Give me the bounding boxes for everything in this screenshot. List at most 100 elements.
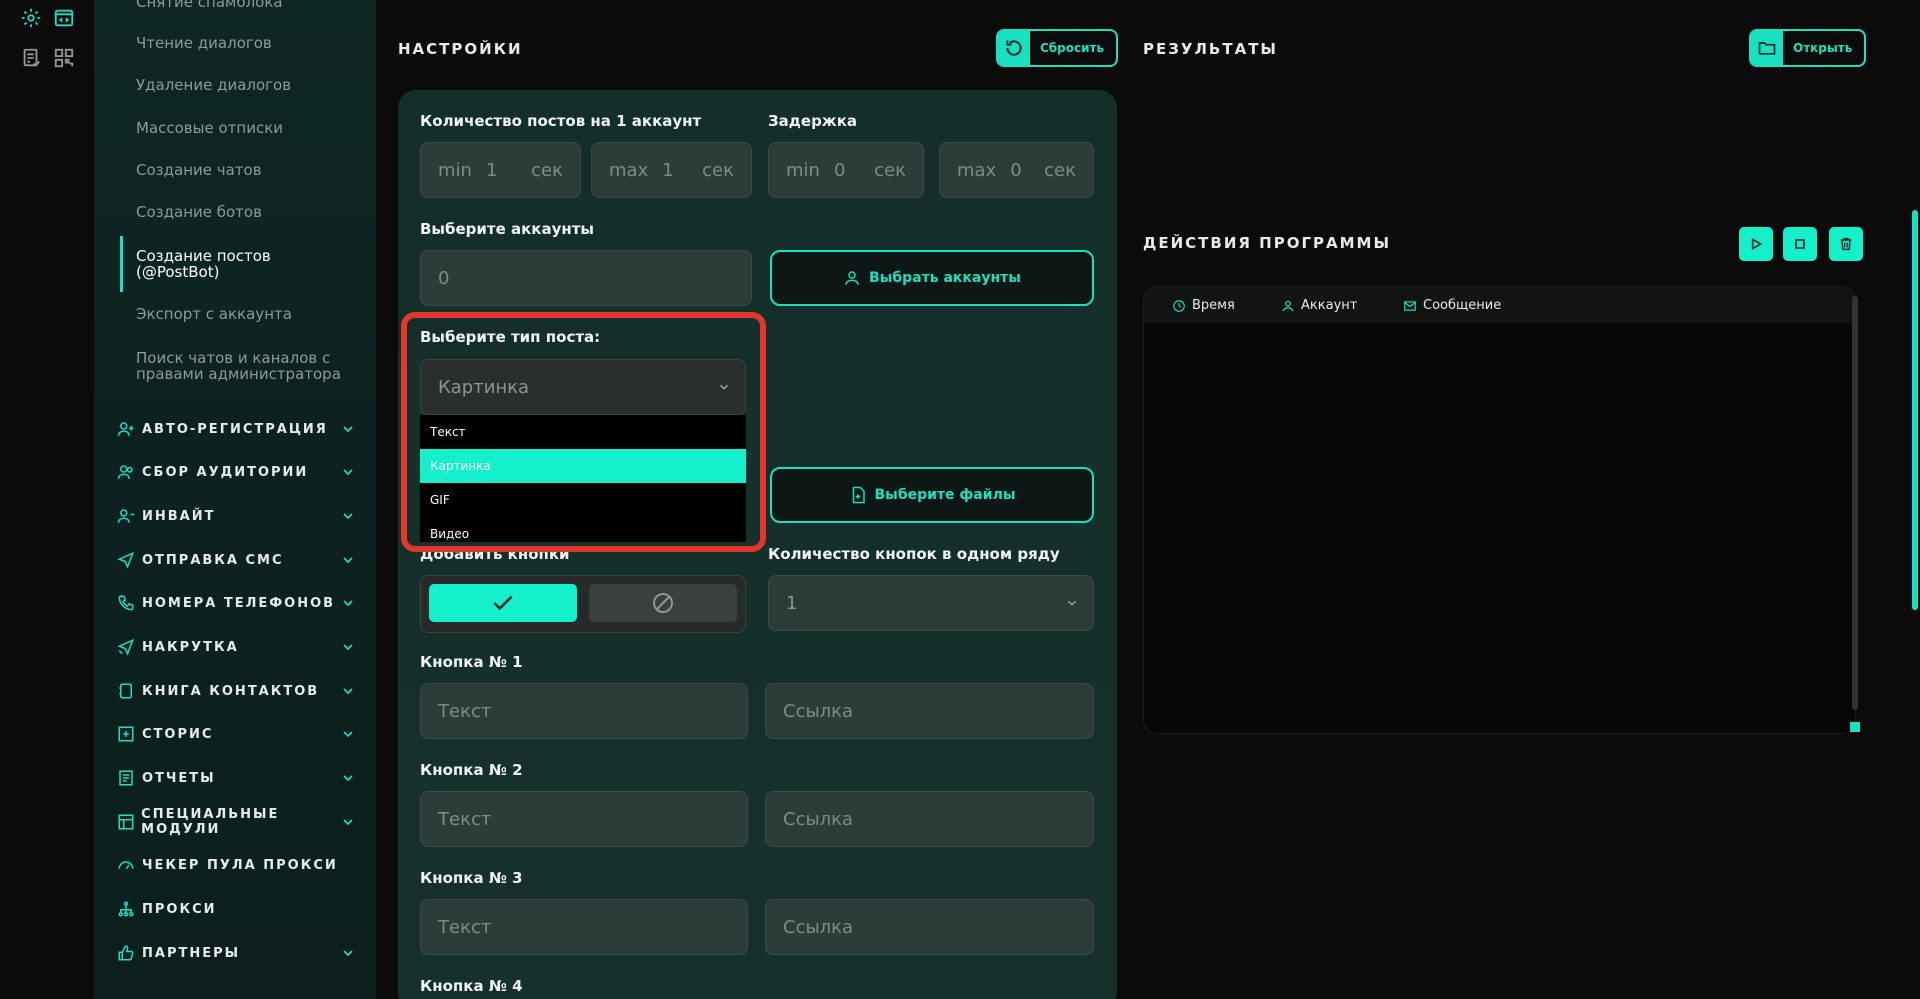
clear-button[interactable] [1829, 227, 1863, 261]
sidebar-item-create-chats[interactable]: Создание чатов [136, 162, 262, 178]
phone-icon [116, 593, 136, 613]
sidebar-item-spamblock[interactable]: Снятие спамблока [136, 0, 283, 10]
chevron-down-icon [343, 688, 353, 695]
module-icon [116, 812, 135, 832]
stop-button[interactable] [1783, 227, 1817, 261]
resize-handle-icon[interactable] [1850, 722, 1860, 732]
col-message-label: Сообщение [1423, 298, 1502, 313]
play-button[interactable] [1739, 227, 1773, 261]
accounts-label: Выберите аккаунты [420, 220, 594, 238]
page-scrollbar[interactable] [1912, 210, 1918, 610]
posts-min-value: 1 [485, 159, 498, 181]
stop-icon [1795, 239, 1805, 249]
button-2-text-placeholder: Текст [438, 808, 492, 830]
sidebar-section-9[interactable]: ОТЧЕТЫ [116, 768, 356, 788]
results-title: РЕЗУЛЬТАТЫ [1143, 40, 1278, 58]
network-icon [116, 899, 136, 919]
button-1-text-placeholder: Текст [438, 700, 492, 722]
sidebar-section-4[interactable]: ОТПРАВКА СМС [116, 550, 356, 570]
user-icon [1282, 300, 1294, 311]
sidebar-section-label: АВТО-РЕГИСТРАЦИЯ [142, 421, 328, 437]
sidebar-section-2[interactable]: СБОР АУДИТОРИИ [116, 462, 356, 482]
button-3-link-input[interactable]: Ссылка [765, 899, 1094, 955]
gear-icon[interactable] [17, 4, 45, 32]
sidebar-item-create-bots[interactable]: Создание ботов [136, 204, 262, 220]
sidebar-section-11[interactable]: ЧЕКЕР ПУЛА ПРОКСИ [116, 855, 356, 875]
sidebar-section-5[interactable]: НОМЕРА ТЕЛЕФОНОВ [116, 593, 356, 613]
sidebar-item-read-dialogs[interactable]: Чтение диалогов [136, 35, 272, 51]
button-4-label: Кнопка № 4 [420, 977, 523, 995]
button-1-text-input[interactable]: Текст [420, 683, 748, 739]
accounts-count-input[interactable]: 0 [420, 250, 752, 306]
posts-max-input[interactable]: max 1 сек [591, 142, 752, 198]
accounts-count-value: 0 [438, 267, 450, 289]
button-3-text-placeholder: Текст [438, 916, 492, 938]
sidebar-item-export-account[interactable]: Экспорт с аккаунта [136, 306, 292, 322]
chevron-down-icon [343, 731, 353, 738]
delay-max-input[interactable]: max 0 сек [939, 142, 1094, 198]
sidebar-section-7[interactable]: КНИГА КОНТАКТОВ [116, 681, 356, 701]
col-message[interactable]: Сообщение [1403, 298, 1501, 313]
ban-icon [653, 593, 673, 613]
sidebar-item-mass-unsubscribe[interactable]: Массовые отписки [136, 120, 283, 136]
sidebar-section-6[interactable]: НАКРУТКА [116, 637, 356, 657]
sidebar-section-10[interactable]: СПЕЦИАЛЬНЫЕ МОДУЛИ [116, 807, 356, 837]
delay-max-prefix: max [957, 159, 997, 181]
posts-min-input[interactable]: min 1 сек [420, 142, 581, 198]
reset-button[interactable]: Сбросить [996, 29, 1119, 67]
buttons-per-row-select[interactable]: 1 [768, 575, 1094, 631]
chevron-down-icon [343, 557, 353, 564]
buttons-per-row-label: Количество кнопок в одном ряду [768, 545, 1060, 563]
chevron-down-icon [343, 469, 353, 476]
sidebar-section-12[interactable]: ПРОКСИ [116, 899, 356, 919]
chevron-down-icon [343, 600, 353, 607]
sidebar-section-1[interactable]: АВТО-РЕГИСТРАЦИЯ [116, 419, 356, 439]
delay-min-value: 0 [833, 159, 846, 181]
folder-icon [1751, 31, 1783, 65]
chevron-down-icon [343, 775, 353, 782]
choose-files-label: Выберите файлы [874, 487, 1016, 503]
choose-accounts-button[interactable]: Выбрать аккаунты [770, 250, 1094, 306]
qr-grid-icon[interactable] [50, 44, 78, 72]
sidebar: Снятие спамблока Чтение диалогов Удалени… [94, 0, 376, 999]
file-add-icon [852, 486, 865, 504]
button-1-link-input[interactable]: Ссылка [765, 683, 1094, 739]
sidebar-section-label: СБОР АУДИТОРИИ [142, 464, 309, 480]
posts-count-label: Количество постов на 1 аккаунт [420, 112, 702, 130]
add-buttons-toggle [420, 575, 746, 633]
trash-icon [1840, 237, 1852, 251]
col-account-label: Аккаунт [1301, 298, 1358, 313]
choose-files-button[interactable]: Выберите файлы [770, 467, 1094, 523]
log-scrollbar[interactable] [1852, 296, 1858, 710]
delay-min-input[interactable]: min 0 сек [768, 142, 924, 198]
button-2-text-input[interactable]: Текст [420, 791, 748, 847]
code-window-icon[interactable] [50, 4, 78, 32]
col-account[interactable]: Аккаунт [1281, 298, 1357, 313]
col-time[interactable]: Время [1172, 298, 1235, 313]
toggle-no-button[interactable] [589, 584, 737, 622]
button-2-link-input[interactable]: Ссылка [765, 791, 1094, 847]
report-check-icon[interactable] [17, 44, 45, 72]
sidebar-item-create-posts[interactable]: Создание постов (@PostBot) [136, 248, 271, 280]
sidebar-section-8[interactable]: СТОРИС [116, 724, 356, 744]
button-3-text-input[interactable]: Текст [420, 899, 748, 955]
posts-max-value: 1 [662, 159, 674, 181]
icon-rail [0, 0, 94, 999]
sidebar-item-admin-search[interactable]: Поиск чатов и каналов с правами админист… [136, 350, 341, 382]
actions-log[interactable]: Время Аккаунт Сообщение [1143, 286, 1856, 734]
sidebar-section-13[interactable]: ПАРТНЕРЫ [116, 943, 356, 963]
toggle-yes-button[interactable] [429, 584, 577, 622]
chevron-down-icon [343, 426, 353, 433]
sidebar-section-3[interactable]: ИНВАЙТ [116, 506, 356, 526]
highlight-frame [401, 312, 766, 552]
open-button[interactable]: Открыть [1749, 29, 1867, 67]
button-2-label: Кнопка № 2 [420, 761, 523, 779]
button-3-label: Кнопка № 3 [420, 869, 523, 887]
sidebar-section-label: НАКРУТКА [142, 639, 239, 655]
sidebar-item-delete-dialogs[interactable]: Удаление диалогов [136, 77, 291, 93]
refresh-icon [998, 31, 1030, 65]
sidebar-section-label: НОМЕРА ТЕЛЕФОНОВ [142, 595, 336, 611]
button-2-link-placeholder: Ссылка [783, 808, 854, 830]
clock-icon [1173, 299, 1185, 312]
actions-title: ДЕЙСТВИЯ ПРОГРАММЫ [1143, 234, 1392, 252]
